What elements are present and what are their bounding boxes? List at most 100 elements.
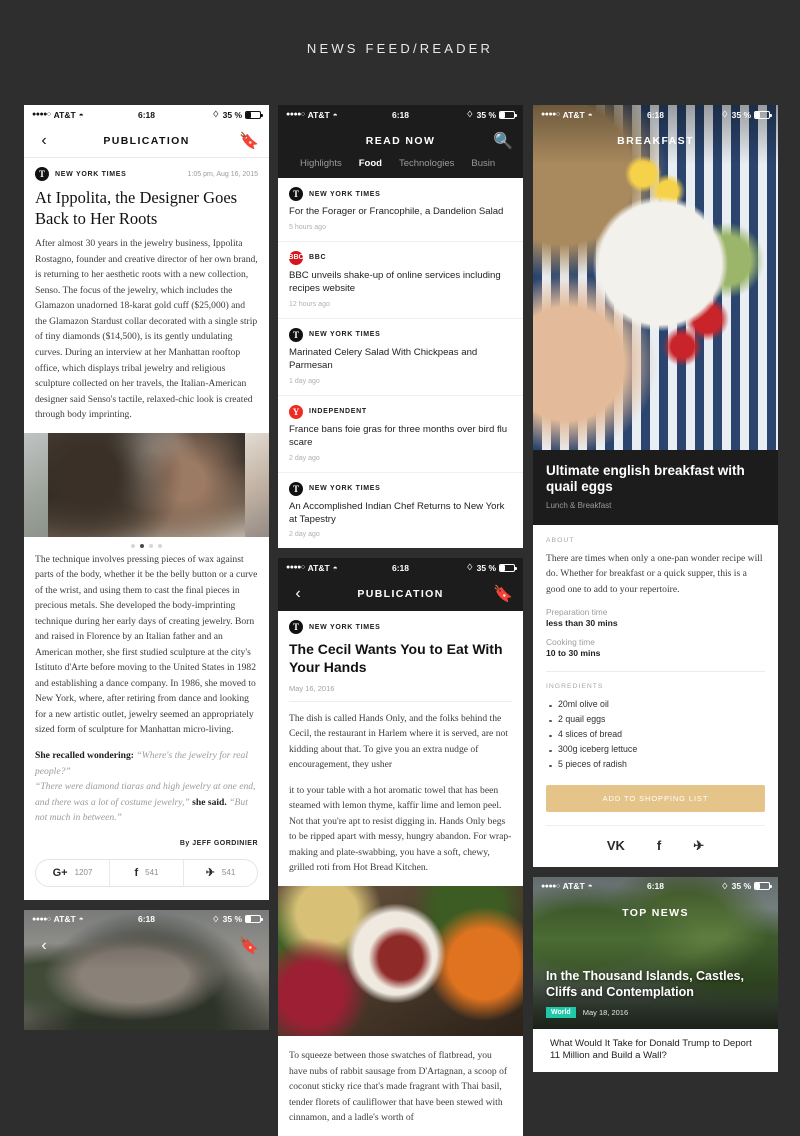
about-label: ABOUT bbox=[546, 537, 765, 544]
status-bar: ●●●●○ AT&T ◓ 6:18 ♢ 35 % bbox=[533, 877, 778, 896]
list-item[interactable]: T NEW YORK TIMES For the Forager or Fran… bbox=[278, 178, 523, 242]
carousel-dot[interactable] bbox=[149, 544, 153, 548]
prep-time-label: Preparation time bbox=[546, 607, 765, 617]
article-byline: By JEFF GORDINIER bbox=[35, 836, 258, 859]
featured-story-overlay[interactable]: In the Thousand Islands, Castles, Cliffs… bbox=[533, 969, 778, 1029]
add-to-shopping-list-button[interactable]: ADD TO SHOPPING LIST bbox=[546, 785, 765, 812]
list-item[interactable]: BBC BBC BBC unveils shake-up of online s… bbox=[278, 242, 523, 319]
status-bar: ●●●●○ AT&T ◓ 6:18 ♢ 35 % bbox=[24, 105, 269, 124]
recipe-title: Ultimate english breakfast with quail eg… bbox=[546, 463, 765, 496]
back-icon[interactable]: ‹ bbox=[35, 937, 53, 955]
hamburger-menu-icon[interactable] bbox=[544, 904, 557, 922]
recipe-subtitle: Lunch & Breakfast bbox=[546, 501, 765, 510]
hamburger-menu-icon[interactable] bbox=[544, 132, 557, 150]
divider bbox=[546, 671, 765, 672]
carrier-label: AT&T bbox=[308, 563, 330, 573]
hamburger-menu-icon[interactable] bbox=[289, 132, 302, 150]
tab-highlights[interactable]: Highlights bbox=[300, 158, 342, 169]
share-facebook-button[interactable]: f 541 bbox=[109, 860, 183, 886]
cook-time-value: 10 to 30 mins bbox=[546, 648, 765, 658]
wifi-icon: ◓ bbox=[333, 563, 338, 573]
vk-icon[interactable]: VK bbox=[607, 838, 625, 854]
carousel-slide-next[interactable] bbox=[245, 433, 269, 537]
battery-percent: 35 % bbox=[732, 881, 751, 891]
recipe-hero-image: ●●●●○ AT&T ◓ 6:18 ♢ 35 % BREAKF bbox=[533, 105, 778, 450]
bookmark-icon[interactable]: 🔖 bbox=[240, 132, 258, 150]
facebook-icon[interactable]: f bbox=[657, 838, 661, 854]
list-item[interactable]: T NEW YORK TIMES An Accomplished Indian … bbox=[278, 473, 523, 549]
battery-icon bbox=[754, 882, 770, 890]
nyt-logo-icon: T bbox=[289, 187, 303, 201]
source-row: T NEW YORK TIMES bbox=[289, 328, 512, 342]
back-icon[interactable]: ‹ bbox=[35, 132, 53, 150]
battery-percent: 35 % bbox=[223, 110, 242, 120]
phone-castle-panel: ●●●●○ AT&T ◓ 6:18 ♢ 35 % ‹ 🔖 bbox=[24, 910, 269, 1030]
status-right: ♢ 35 % bbox=[212, 914, 261, 925]
wifi-icon: ◓ bbox=[333, 110, 338, 120]
prep-time-value: less than 30 mins bbox=[546, 618, 765, 628]
ingredient-item: 20ml olive oil bbox=[546, 697, 765, 712]
share-twitter-button[interactable]: ✈ 541 bbox=[183, 860, 257, 886]
feed-item-title: For the Forager or Francophile, a Dandel… bbox=[289, 206, 512, 219]
status-right: ♢ 35 % bbox=[721, 881, 770, 892]
tab-food[interactable]: Food bbox=[359, 158, 382, 169]
column-right: ●●●●○ AT&T ◓ 6:18 ♢ 35 % BREAKF bbox=[533, 105, 778, 1072]
tab-technologies[interactable]: Technologies bbox=[399, 158, 454, 169]
nav-title: BREAKFAST bbox=[533, 135, 778, 147]
list-item[interactable]: T NEW YORK TIMES Marinated Celery Salad … bbox=[278, 319, 523, 396]
status-right: ♢ 35 % bbox=[721, 109, 770, 120]
nav-title: READ NOW bbox=[278, 135, 523, 147]
feed-item-time: 12 hours ago bbox=[289, 301, 512, 308]
carrier-label: AT&T bbox=[54, 914, 76, 924]
twitter-icon: ✈ bbox=[206, 866, 215, 879]
nav-bar: ‹ PUBLICATION 🔖 bbox=[278, 577, 523, 611]
bookmark-icon[interactable]: 🔖 bbox=[494, 585, 512, 603]
feed-item-title: Marinated Celery Salad With Chickpeas an… bbox=[289, 347, 512, 373]
status-right: ♢ 35 % bbox=[212, 109, 261, 120]
battery-icon bbox=[245, 111, 261, 119]
source-name: BBC bbox=[309, 254, 326, 261]
status-bar: ●●●●○ AT&T ◓ 6:18 ♢ 35 % bbox=[24, 910, 269, 929]
status-bar: ●●●●○ AT&T ◓ 6:18 ♢ 35 % bbox=[533, 105, 778, 124]
carousel-dots[interactable] bbox=[24, 537, 269, 552]
list-item[interactable]: Y INDEPENDENT France bans foie gras for … bbox=[278, 396, 523, 473]
nav-title: PUBLICATION bbox=[24, 135, 269, 147]
column-left: ●●●●○ AT&T ◓ 6:18 ♢ 35 % ‹ PUBLICATION 🔖 bbox=[24, 105, 269, 1030]
bluetooth-icon: ♢ bbox=[721, 109, 729, 120]
ingredient-item: 2 quail eggs bbox=[546, 712, 765, 727]
back-icon[interactable]: ‹ bbox=[289, 585, 307, 603]
carousel-dot-active[interactable] bbox=[140, 544, 144, 548]
status-carrier: ●●●●○ AT&T ◓ bbox=[32, 110, 84, 120]
tab-business[interactable]: Busin bbox=[471, 158, 495, 169]
status-bar: ●●●●○ AT&T ◓ 6:18 ♢ 35 % bbox=[278, 558, 523, 577]
list-item[interactable]: What Would It Take for Donald Trump to D… bbox=[540, 1029, 771, 1073]
twitter-icon[interactable]: ✈ bbox=[693, 838, 704, 854]
cook-time-label: Cooking time bbox=[546, 637, 765, 647]
source-row: BBC BBC bbox=[289, 251, 512, 265]
carousel-dot[interactable] bbox=[158, 544, 162, 548]
carrier-label: AT&T bbox=[563, 881, 585, 891]
carousel-slide-prev[interactable] bbox=[24, 433, 48, 537]
nyt-logo-icon: T bbox=[289, 328, 303, 342]
cecil-food-photo bbox=[278, 886, 523, 1036]
battery-icon bbox=[499, 111, 515, 119]
carousel-slide-current[interactable] bbox=[48, 433, 245, 537]
status-carrier: ●●●●○ AT&T ◓ bbox=[541, 110, 593, 120]
battery-percent: 35 % bbox=[477, 563, 496, 573]
source-row: T NEW YORK TIMES bbox=[289, 611, 512, 638]
feed-item-time: 5 hours ago bbox=[289, 224, 512, 231]
article-continued: The technique involves pressing pieces o… bbox=[24, 552, 269, 859]
nav-bar: ‹ PUBLICATION 🔖 bbox=[24, 124, 269, 158]
battery-percent: 35 % bbox=[477, 110, 496, 120]
share-google-plus-button[interactable]: G+ 1207 bbox=[36, 860, 109, 886]
feed-item-title: France bans foie gras for three months o… bbox=[289, 424, 512, 450]
signal-dots-icon: ●●●●○ bbox=[286, 564, 305, 571]
image-carousel[interactable] bbox=[24, 433, 269, 537]
carrier-label: AT&T bbox=[308, 110, 330, 120]
article-body-1: After almost 30 years in the jewelry bus… bbox=[35, 236, 258, 432]
top-news-header: ●●●●○ AT&T ◓ 6:18 ♢ 35 % TOP NE bbox=[533, 877, 778, 930]
category-tabs[interactable]: Highlights Food Technologies Busin bbox=[278, 158, 523, 178]
bookmark-icon[interactable]: 🔖 bbox=[240, 937, 258, 955]
carousel-dot[interactable] bbox=[131, 544, 135, 548]
search-icon[interactable]: 🔍 bbox=[494, 132, 512, 150]
